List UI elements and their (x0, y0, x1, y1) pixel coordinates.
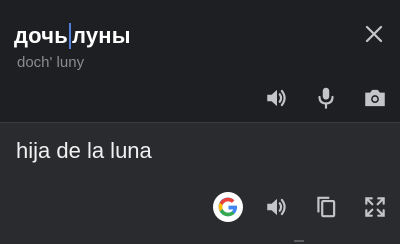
close-icon (365, 25, 383, 43)
speaker-icon (267, 198, 286, 216)
copy-button[interactable] (313, 194, 339, 220)
speaker-icon (267, 89, 286, 107)
transliteration-text: doch' luny (17, 54, 85, 71)
fullscreen-button[interactable] (362, 194, 388, 220)
camera-icon (365, 89, 385, 107)
source-text-before-caret: дочь (14, 23, 68, 48)
close-button[interactable] (362, 22, 386, 46)
camera-button[interactable] (362, 85, 388, 111)
fullscreen-icon (365, 197, 385, 217)
source-text-after-caret: луны (71, 23, 131, 48)
source-panel[interactable]: дочь луны doch' luny (0, 0, 400, 122)
translation-text: hija de la luna (16, 138, 152, 163)
source-input[interactable]: дочь луны (14, 22, 131, 50)
copy-icon (317, 196, 336, 218)
translation-panel: hija de la luna (0, 123, 400, 244)
microphone-button[interactable] (313, 85, 339, 111)
source-speaker-button[interactable] (264, 85, 290, 111)
translate-app: дочь луны doch' luny hija de la luna (0, 0, 400, 244)
translation-speaker-button[interactable] (264, 194, 290, 220)
bottom-edge-hint (294, 240, 304, 242)
google-icon (218, 197, 238, 217)
google-search-button[interactable] (213, 192, 243, 222)
microphone-icon (318, 87, 334, 109)
text-caret (68, 23, 71, 49)
